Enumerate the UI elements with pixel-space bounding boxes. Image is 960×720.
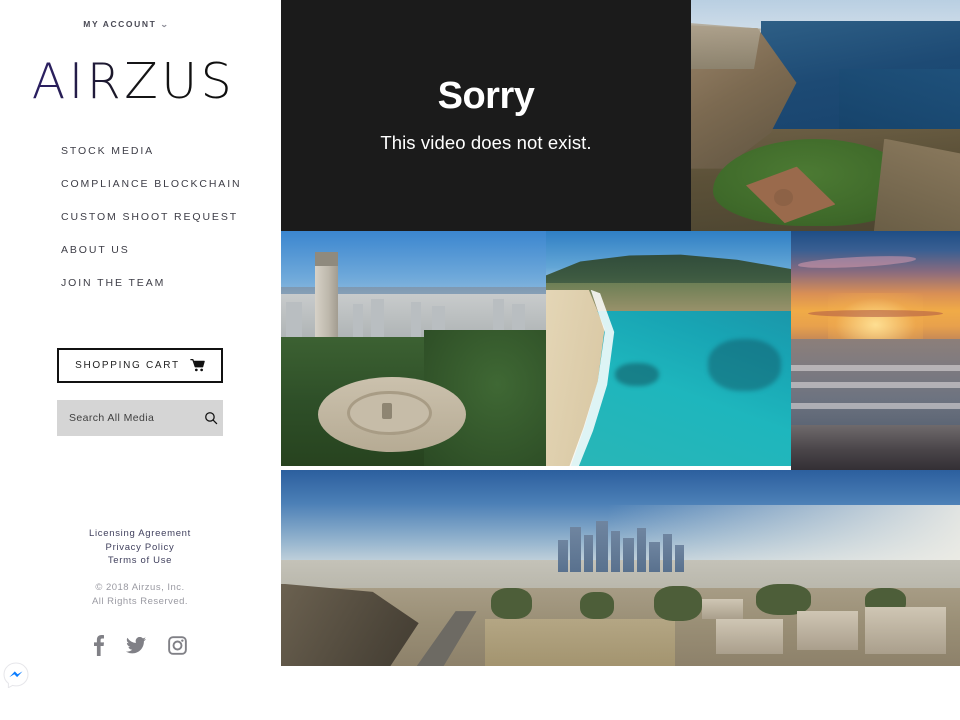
nav-item-custom-shoot-request[interactable]: CUSTOM SHOOT REQUEST (61, 212, 281, 223)
shopping-cart-icon (190, 359, 205, 372)
chevron-down-icon: ⌄ (160, 20, 171, 29)
video-error-title: Sorry (437, 75, 535, 117)
instagram-icon[interactable] (168, 635, 187, 655)
nav-item-join-the-team[interactable]: JOIN THE TEAM (61, 278, 281, 289)
video-error-subtitle: This video does not exist. (380, 132, 592, 153)
copyright-line-2: All Rights Reserved. (91, 595, 189, 607)
shopping-cart-button[interactable]: SHOPPING CART (57, 348, 223, 383)
search-box[interactable] (57, 400, 223, 436)
footer-links: Licensing Agreement Privacy Policy Terms… (0, 527, 281, 568)
copyright-block: © 2018 Airzus, Inc. All Rights Reserved. (0, 581, 281, 608)
footer-link-privacy-policy[interactable]: Privacy Policy (0, 541, 280, 555)
social-links (0, 634, 281, 656)
turquoise-beach-cove-image (546, 231, 791, 466)
video-error-panel: Sorry This video does not exist. (281, 0, 691, 231)
search-icon[interactable] (204, 411, 229, 425)
twitter-icon[interactable] (126, 636, 146, 654)
san-francisco-coit-tower-image (281, 231, 546, 466)
ocean-sunset-image (791, 231, 960, 470)
my-account-menu[interactable]: MY ACCOUNT ⌄ (83, 19, 169, 29)
footer-link-licensing-agreement[interactable]: Licensing Agreement (0, 527, 280, 541)
sidebar: MY ACCOUNT ⌄ AIRZUS STOCK MEDIA COMPLIANC… (0, 0, 281, 720)
gallery-item-coastal-baseball-field[interactable] (691, 0, 960, 231)
copyright-line-1: © 2018 Airzus, Inc. (95, 582, 185, 593)
los-angeles-skyline-panorama-image (281, 470, 960, 666)
footer-link-terms-of-use[interactable]: Terms of Use (0, 554, 280, 568)
nav-item-about-us[interactable]: ABOUT US (61, 245, 281, 256)
my-account-label: MY ACCOUNT (83, 19, 157, 29)
main-content: Sorry This video does not exist. (281, 0, 960, 720)
search-input[interactable] (57, 412, 204, 424)
gallery-item-san-francisco-coit-tower[interactable] (281, 231, 546, 466)
gallery-item-los-angeles-skyline-panorama[interactable] (281, 470, 960, 666)
gallery-item-ocean-sunset[interactable] (791, 231, 960, 470)
logo-wrapper[interactable]: AIRZUS (0, 57, 281, 106)
page-root: MY ACCOUNT ⌄ AIRZUS STOCK MEDIA COMPLIANC… (0, 0, 960, 720)
bottom-white-strip (562, 666, 960, 720)
airzus-logo: AIRZUS (0, 57, 267, 106)
facebook-icon[interactable] (93, 634, 104, 656)
nav-item-compliance-blockchain[interactable]: COMPLIANCE BLOCKCHAIN (61, 179, 281, 190)
gallery-item-turquoise-beach-cove[interactable] (546, 231, 791, 466)
main-navigation: STOCK MEDIA COMPLIANCE BLOCKCHAIN CUSTOM… (61, 146, 281, 311)
coastal-baseball-field-image (691, 0, 960, 231)
account-bar: MY ACCOUNT ⌄ (0, 14, 281, 32)
video-row: Sorry This video does not exist. (281, 0, 960, 231)
shopping-cart-label: SHOPPING CART (75, 360, 180, 371)
nav-item-stock-media[interactable]: STOCK MEDIA (61, 146, 281, 157)
messenger-chat-icon[interactable] (3, 662, 29, 689)
